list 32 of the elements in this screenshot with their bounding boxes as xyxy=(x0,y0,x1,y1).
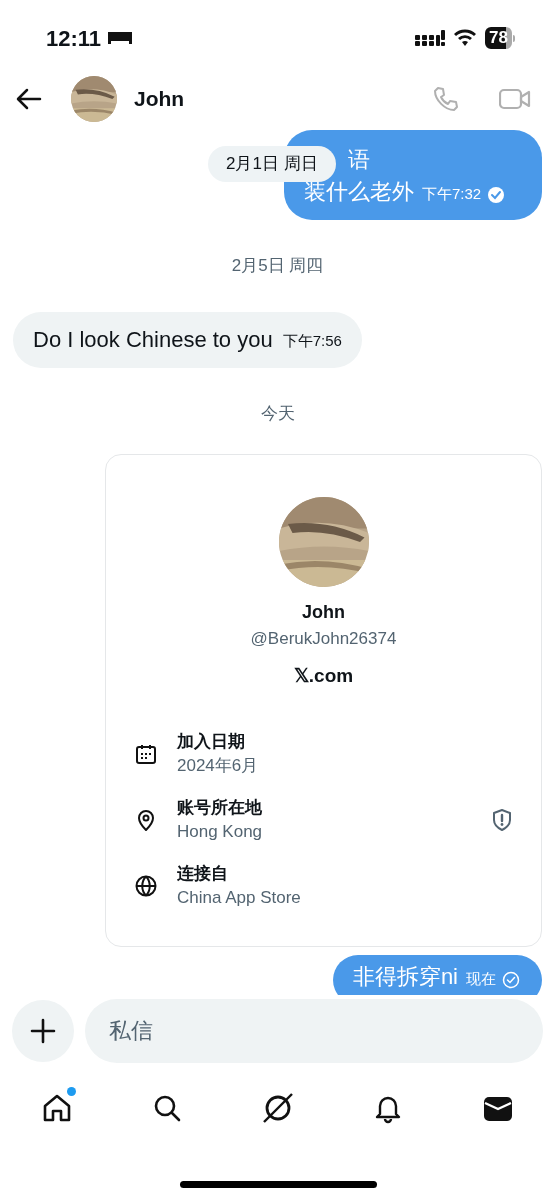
location-pin-icon xyxy=(135,809,157,831)
profile-name: John xyxy=(302,601,345,624)
date-label: 今天 xyxy=(260,402,295,425)
profile-handle: @BerukJohn26374 xyxy=(250,628,397,650)
message-input[interactable]: 私信 xyxy=(85,999,543,1063)
profile-site: 𝕏.com xyxy=(293,663,354,688)
contact-name: John xyxy=(134,86,185,113)
wifi-icon xyxy=(453,29,478,47)
message-time: 下午7:56 xyxy=(282,331,342,351)
info-label: 加入日期 xyxy=(177,731,246,753)
info-label: 账号所在地 xyxy=(177,797,263,819)
info-value: 2024年6月 xyxy=(177,755,259,777)
calendar-icon xyxy=(135,743,157,765)
add-icon[interactable] xyxy=(12,1000,74,1062)
profile-card[interactable]: John @BerukJohn26374 𝕏.com 加入日期 2024年6月 账号所在地 Hong Kong 连接自 China App Store xyxy=(105,454,542,947)
globe-icon xyxy=(135,875,157,897)
message-time: 现在 xyxy=(466,968,496,989)
info-value: China App Store xyxy=(177,887,301,909)
signal-icon xyxy=(415,29,446,47)
date-label: 2月5日 周四 xyxy=(231,255,324,277)
back-icon[interactable] xyxy=(16,88,42,110)
bed-icon xyxy=(107,30,134,46)
message-text: 非得拆穿ni xyxy=(352,963,458,991)
status-time: 12:11 xyxy=(46,24,102,53)
slashed-circle-icon xyxy=(261,1092,294,1124)
message-text: 语 xyxy=(348,146,370,174)
date-label: 2月1日 周日 xyxy=(208,146,336,182)
message-time: 下午7:32 xyxy=(422,183,482,204)
message-text: Do I look Chinese to you xyxy=(33,325,273,354)
info-value: Hong Kong xyxy=(177,821,263,843)
info-label: 连接自 xyxy=(177,863,229,885)
home-icon xyxy=(41,1092,73,1124)
